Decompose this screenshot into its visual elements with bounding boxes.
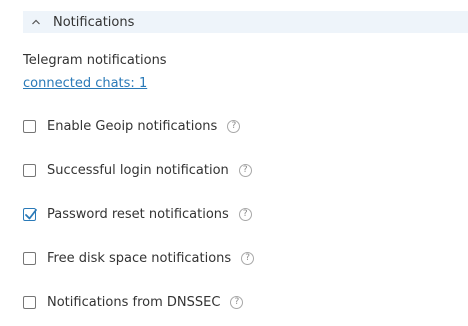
- free-disk-space-label[interactable]: Free disk space notifications: [47, 251, 231, 266]
- help-icon[interactable]: ?: [238, 163, 252, 177]
- help-icon[interactable]: ?: [241, 251, 255, 265]
- option-password-reset: Password reset notifications ?: [23, 205, 252, 223]
- notifications-section-header[interactable]: Notifications: [23, 11, 468, 33]
- option-dnssec: Notifications from DNSSEC ?: [23, 293, 244, 311]
- help-icon[interactable]: ?: [230, 295, 244, 309]
- connected-chats-link[interactable]: connected chats: 1: [23, 76, 147, 91]
- successful-login-checkbox[interactable]: [23, 163, 36, 177]
- section-title: Notifications: [53, 14, 135, 30]
- help-icon[interactable]: ?: [238, 207, 252, 221]
- successful-login-label[interactable]: Successful login notification: [47, 163, 229, 178]
- dnssec-label[interactable]: Notifications from DNSSEC: [47, 295, 220, 310]
- chevron-up-icon[interactable]: [31, 17, 41, 27]
- option-geoip: Enable Geoip notifications ?: [23, 117, 241, 135]
- password-reset-checkbox[interactable]: [23, 207, 37, 221]
- dnssec-checkbox[interactable]: [23, 295, 36, 309]
- free-disk-space-checkbox[interactable]: [23, 251, 36, 265]
- telegram-notifications-label: Telegram notifications: [23, 53, 167, 68]
- password-reset-label[interactable]: Password reset notifications: [47, 207, 229, 222]
- option-successful-login: Successful login notification ?: [23, 161, 252, 179]
- geoip-checkbox[interactable]: [23, 119, 36, 133]
- checkmark-icon: [25, 208, 37, 219]
- option-free-disk-space: Free disk space notifications ?: [23, 249, 255, 267]
- help-icon[interactable]: ?: [227, 119, 241, 133]
- geoip-label[interactable]: Enable Geoip notifications: [47, 119, 217, 134]
